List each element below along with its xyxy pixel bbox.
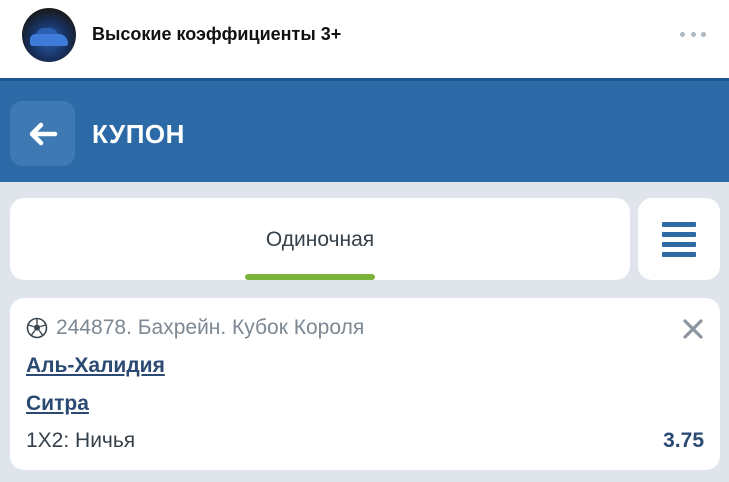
post-header: Высокие коэффициенты 3+ [0, 0, 729, 78]
tab-single[interactable]: Одиночная [10, 228, 630, 252]
menu-button[interactable] [638, 198, 720, 280]
back-button[interactable] [10, 101, 75, 166]
bet-market: 1X2: Ничья [26, 429, 136, 452]
page-title: КУПОН [92, 119, 185, 149]
bet-odds: 3.75 [663, 429, 704, 452]
team-away[interactable]: Ситра [26, 392, 89, 416]
bet-card: 244878. Бахрейн. Кубок Короля Аль-Халиди… [10, 298, 720, 470]
event-title: 244878. Бахрейн. Кубок Короля [56, 316, 365, 339]
team-home[interactable]: Аль-Халидия [26, 354, 165, 378]
avatar[interactable] [22, 8, 76, 62]
close-icon[interactable] [682, 318, 704, 340]
more-options-icon[interactable] [680, 28, 706, 40]
title-bar: КУПОН [0, 78, 729, 182]
soccer-ball-icon [26, 317, 48, 339]
tab-bar: Одиночная [10, 198, 630, 280]
group-name[interactable]: Высокие коэффициенты 3+ [92, 24, 341, 45]
event-row: 244878. Бахрейн. Кубок Короля [26, 316, 364, 340]
arrow-left-icon [29, 122, 57, 145]
active-tab-indicator [245, 274, 375, 280]
